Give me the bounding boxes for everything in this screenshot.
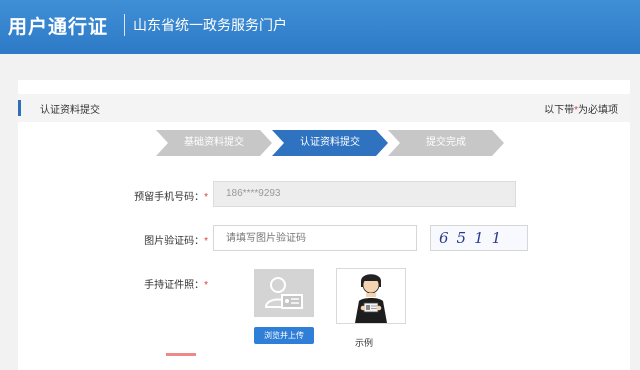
example-label: 示例	[355, 338, 374, 348]
section-accent-bar	[18, 100, 21, 116]
phone-label-text: 预留手机号码：	[134, 192, 205, 203]
photo-label-text: 手持证件照：	[144, 280, 205, 291]
phone-label: 预留手机号码：*	[58, 188, 208, 203]
id-card-placeholder-icon	[264, 277, 303, 309]
example-photo	[336, 268, 406, 324]
header-divider	[124, 14, 125, 36]
step-basic-info: 基础资料提交	[156, 130, 272, 156]
phone-required-star: *	[204, 192, 208, 203]
person-holding-id-icon	[355, 274, 387, 323]
captcha-image[interactable]: 6511	[430, 225, 528, 251]
portal-name[interactable]: 山东省统一政务服务门户	[133, 15, 287, 35]
photo-required-star: *	[204, 280, 208, 291]
required-note-suffix: 为必填项	[578, 105, 618, 116]
section-title: 认证资料提交	[40, 105, 100, 116]
progress-steps: 基础资料提交 认证资料提交 提交完成	[156, 130, 516, 156]
required-note: 以下带*为必填项	[544, 101, 618, 116]
main-panel: 认证资料提交 以下带*为必填项 基础资料提交 认证资料提交 提交完成 预留手机号…	[18, 80, 630, 370]
required-note-prefix: 以下带	[544, 105, 575, 116]
step-complete: 提交完成	[388, 130, 504, 156]
phone-field: 186****9293	[213, 181, 516, 207]
top-header: 用户通行证 山东省统一政务服务门户	[0, 0, 640, 54]
captcha-label: 图片验证码：*	[58, 232, 208, 247]
captcha-label-text: 图片验证码：	[144, 236, 205, 247]
upload-preview[interactable]	[254, 269, 314, 317]
captcha-input[interactable]	[213, 225, 417, 251]
photo-label: 手持证件照：*	[58, 276, 208, 291]
partial-red-text	[166, 353, 196, 356]
step-auth-docs: 认证资料提交	[272, 130, 388, 156]
browse-upload-button[interactable]: 浏览并上传	[254, 327, 314, 344]
brand-title[interactable]: 用户通行证	[8, 12, 108, 39]
section-header: 认证资料提交 以下带*为必填项	[18, 94, 630, 122]
captcha-required-star: *	[204, 236, 208, 247]
